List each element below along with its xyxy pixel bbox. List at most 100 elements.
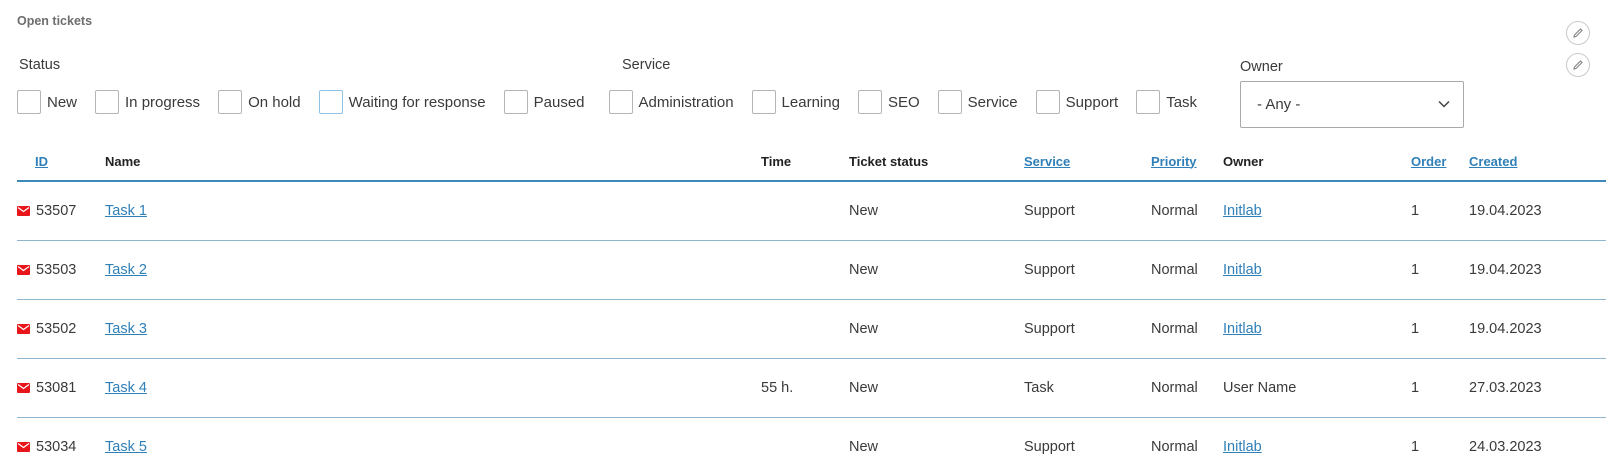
sort-service-link[interactable]: Service xyxy=(1024,154,1070,169)
checkbox-service[interactable]: Service xyxy=(938,90,1018,114)
edit-button[interactable] xyxy=(1566,21,1590,45)
ticket-name-link[interactable]: Task 3 xyxy=(105,321,147,337)
checkbox-seo[interactable]: SEO xyxy=(858,90,920,114)
cell-owner: Initlab xyxy=(1223,300,1411,359)
cell-name: Task 4 xyxy=(105,359,761,418)
checkbox[interactable] xyxy=(752,90,776,114)
checkbox-on-hold[interactable]: On hold xyxy=(218,90,301,114)
owner-select[interactable]: - Any - xyxy=(1240,81,1464,128)
sort-id-link[interactable]: ID xyxy=(35,154,48,169)
checkbox-in-progress[interactable]: In progress xyxy=(95,90,200,114)
checkbox-waiting-for-response[interactable]: Waiting for response xyxy=(319,90,486,114)
envelope-icon xyxy=(17,324,30,334)
column-header-priority[interactable]: Priority xyxy=(1151,142,1223,181)
table-header-row: ID Name Time Ticket status Service Prior… xyxy=(17,142,1606,181)
column-header-time: Time xyxy=(761,142,849,181)
checkbox[interactable] xyxy=(1036,90,1060,114)
cell-created: 19.04.2023 xyxy=(1469,241,1606,300)
envelope-icon xyxy=(17,442,30,452)
checkbox-label: SEO xyxy=(888,94,920,111)
checkbox[interactable] xyxy=(609,90,633,114)
cell-created: 27.03.2023 xyxy=(1469,359,1606,418)
column-header-service[interactable]: Service xyxy=(1024,142,1151,181)
cell-time xyxy=(761,241,849,300)
cell-created: 19.04.2023 xyxy=(1469,300,1606,359)
cell-name: Task 5 xyxy=(105,418,761,476)
checkbox-new[interactable]: New xyxy=(17,90,77,114)
cell-ticket-status: New xyxy=(849,241,1024,300)
edit-filters-button[interactable] xyxy=(1566,53,1590,77)
checkbox[interactable] xyxy=(504,90,528,114)
column-header-owner: Owner xyxy=(1223,142,1411,181)
cell-time xyxy=(761,181,849,241)
status-filter-label: Status xyxy=(19,57,60,73)
checkbox[interactable] xyxy=(95,90,119,114)
checkbox-support[interactable]: Support xyxy=(1036,90,1119,114)
cell-owner: Initlab xyxy=(1223,181,1411,241)
cell-priority: Normal xyxy=(1151,300,1223,359)
checkbox-paused[interactable]: Paused xyxy=(504,90,585,114)
pencil-icon xyxy=(1572,27,1584,39)
ticket-name-link[interactable]: Task 2 xyxy=(105,262,147,278)
cell-created: 19.04.2023 xyxy=(1469,181,1606,241)
cell-name: Task 3 xyxy=(105,300,761,359)
cell-owner: Initlab xyxy=(1223,418,1411,476)
sort-order-link[interactable]: Order xyxy=(1411,154,1446,169)
checkbox[interactable] xyxy=(858,90,882,114)
table-row[interactable]: 53502Task 3NewSupportNormalInitlab119.04… xyxy=(17,300,1606,359)
column-header-created[interactable]: Created xyxy=(1469,142,1606,181)
cell-time xyxy=(761,418,849,476)
cell-time: 55 h. xyxy=(761,359,849,418)
tickets-table: ID Name Time Ticket status Service Prior… xyxy=(17,142,1606,476)
column-header-order[interactable]: Order xyxy=(1411,142,1469,181)
owner-link[interactable]: Initlab xyxy=(1223,439,1262,455)
ticket-name-link[interactable]: Task 4 xyxy=(105,380,147,396)
service-filter-label: Service xyxy=(622,57,670,73)
cell-priority: Normal xyxy=(1151,181,1223,241)
checkbox-task[interactable]: Task xyxy=(1136,90,1197,114)
checkbox[interactable] xyxy=(218,90,242,114)
sort-created-link[interactable]: Created xyxy=(1469,154,1517,169)
tickets-table-body: 53507Task 1NewSupportNormalInitlab119.04… xyxy=(17,181,1606,476)
owner-link[interactable]: Initlab xyxy=(1223,321,1262,337)
checkbox-administration[interactable]: Administration xyxy=(609,90,734,114)
owner-link[interactable]: Initlab xyxy=(1223,203,1262,219)
sort-priority-link[interactable]: Priority xyxy=(1151,154,1197,169)
checkbox-label: On hold xyxy=(248,94,301,111)
page-title: Open tickets xyxy=(17,14,92,28)
cell-name: Task 1 xyxy=(105,181,761,241)
checkbox-label: Administration xyxy=(639,94,734,111)
checkbox-label: Paused xyxy=(534,94,585,111)
cell-id: 53502 xyxy=(17,300,105,359)
column-header-id[interactable]: ID xyxy=(17,142,105,181)
checkbox-label: New xyxy=(47,94,77,111)
ticket-name-link[interactable]: Task 5 xyxy=(105,439,147,455)
owner-filter-label: Owner xyxy=(1240,59,1283,75)
checkbox[interactable] xyxy=(938,90,962,114)
cell-id: 53503 xyxy=(17,241,105,300)
table-row[interactable]: 53507Task 1NewSupportNormalInitlab119.04… xyxy=(17,181,1606,241)
checkbox[interactable] xyxy=(319,90,343,114)
checkbox-learning[interactable]: Learning xyxy=(752,90,840,114)
cell-ticket-status: New xyxy=(849,359,1024,418)
pencil-icon xyxy=(1572,59,1584,71)
ticket-name-link[interactable]: Task 1 xyxy=(105,203,147,219)
checkbox[interactable] xyxy=(17,90,41,114)
cell-service: Support xyxy=(1024,241,1151,300)
owner-link[interactable]: Initlab xyxy=(1223,262,1262,278)
checkbox-label: Learning xyxy=(782,94,840,111)
table-row[interactable]: 53034Task 5NewSupportNormalInitlab124.03… xyxy=(17,418,1606,476)
table-row[interactable]: 53503Task 2NewSupportNormalInitlab119.04… xyxy=(17,241,1606,300)
table-row[interactable]: 53081Task 455 h.NewTaskNormalUser Name12… xyxy=(17,359,1606,418)
ticket-id: 53081 xyxy=(36,380,76,396)
column-header-name: Name xyxy=(105,142,761,181)
ticket-id: 53507 xyxy=(36,203,76,219)
cell-id: 53081 xyxy=(17,359,105,418)
cell-order: 1 xyxy=(1411,300,1469,359)
checkbox[interactable] xyxy=(1136,90,1160,114)
cell-owner: User Name xyxy=(1223,359,1411,418)
checkbox-label: Task xyxy=(1166,94,1197,111)
cell-id: 53034 xyxy=(17,418,105,476)
cell-created: 24.03.2023 xyxy=(1469,418,1606,476)
owner-select-value: - Any - xyxy=(1257,96,1300,113)
